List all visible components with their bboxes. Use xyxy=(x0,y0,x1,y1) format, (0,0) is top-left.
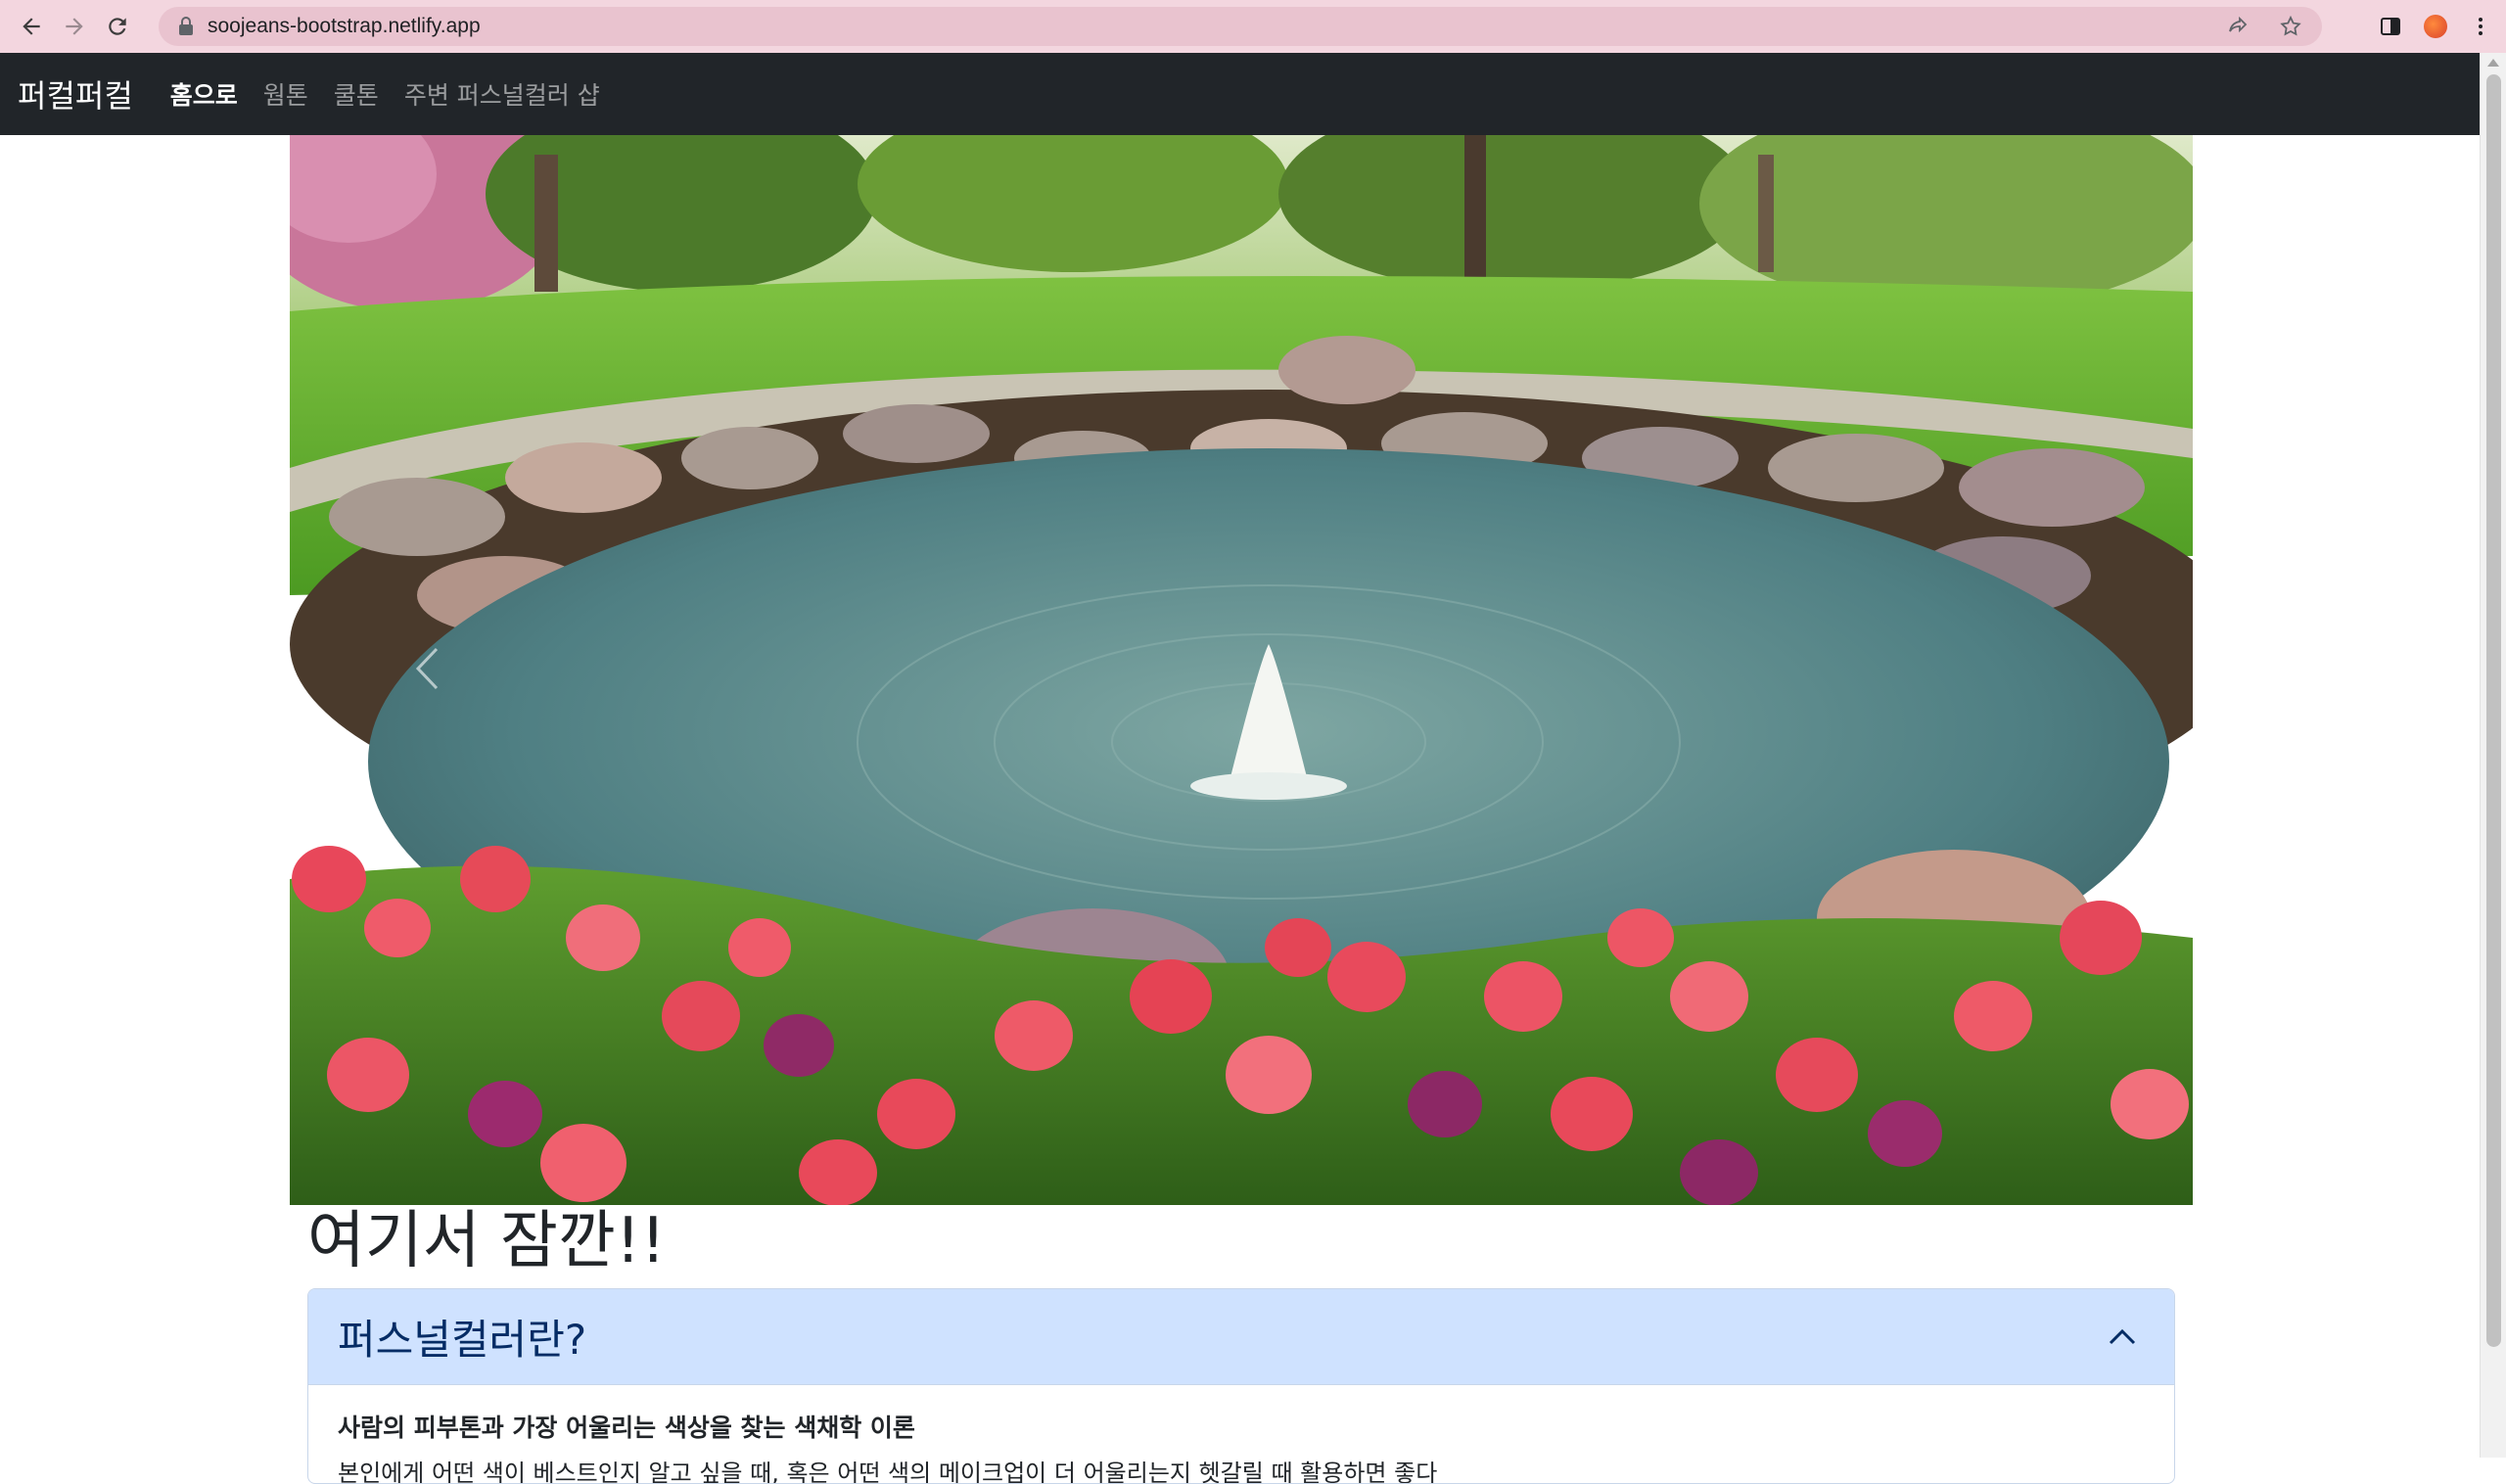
brand-logo[interactable]: 퍼컬퍼컬 xyxy=(18,71,133,116)
more-menu-icon[interactable] xyxy=(2469,15,2492,38)
scroll-up-arrow-icon[interactable] xyxy=(2487,59,2499,67)
url-text: soojeans-bootstrap.netlify.app xyxy=(208,15,481,37)
side-panel-icon[interactable] xyxy=(2379,15,2402,38)
extension-icon[interactable] xyxy=(2424,15,2447,38)
chevron-left-icon xyxy=(415,647,439,690)
reload-icon xyxy=(109,18,126,35)
page-scrollbar[interactable] xyxy=(2480,53,2506,1458)
scroll-thumb[interactable] xyxy=(2486,74,2501,1347)
accordion: 퍼스널컬러란? 사람의 피부톤과 가장 어울리는 색상을 찾는 색채학 이론 본… xyxy=(307,1288,2175,1484)
nav-link-cool-tone[interactable]: 쿨톤 xyxy=(334,76,379,112)
accordion-body-text: 본인에게 어떤 색이 베스트인지 알고 싶을 때, 혹은 어떤 색의 메이크업이… xyxy=(338,1460,1438,1484)
forward-button[interactable] xyxy=(53,5,96,48)
lock-icon xyxy=(179,17,193,35)
bookmark-star-icon[interactable] xyxy=(2279,15,2302,38)
back-button[interactable] xyxy=(10,5,53,48)
nav-link-nearby-shops[interactable]: 주변 퍼스널컬러 샵 xyxy=(404,76,600,112)
chevron-up-icon xyxy=(2109,1328,2136,1345)
browser-toolbar: soojeans-bootstrap.netlify.app xyxy=(0,0,2506,53)
accordion-body-heading: 사람의 피부톤과 가장 어울리는 색상을 찾는 색채학 이론 xyxy=(338,1414,915,1442)
share-icon[interactable] xyxy=(2226,15,2250,38)
arrow-right-icon xyxy=(66,18,83,35)
arrow-left-icon xyxy=(23,18,40,35)
carousel-prev-button[interactable] xyxy=(397,625,456,713)
address-bar[interactable]: soojeans-bootstrap.netlify.app xyxy=(159,7,2322,46)
accordion-body: 사람의 피부톤과 가장 어울리는 색상을 찾는 색채학 이론 본인에게 어떤 색… xyxy=(308,1385,2174,1484)
accordion-header-button[interactable]: 퍼스널컬러란? xyxy=(308,1289,2174,1385)
nav-link-home[interactable]: 홈으로 xyxy=(170,76,238,112)
reload-button[interactable] xyxy=(96,5,139,48)
carousel-slide-image xyxy=(290,135,2193,1205)
accordion-title: 퍼스널컬러란? xyxy=(338,1316,587,1364)
nav-link-warm-tone[interactable]: 웜톤 xyxy=(263,76,308,112)
site-navbar: 퍼컬퍼컬 홈으로 웜톤 쿨톤 주변 퍼스널컬러 샵 xyxy=(0,53,2480,135)
hero-carousel[interactable] xyxy=(290,135,2193,1205)
page-title: 여기서 잠깐!! xyxy=(307,1205,667,1277)
